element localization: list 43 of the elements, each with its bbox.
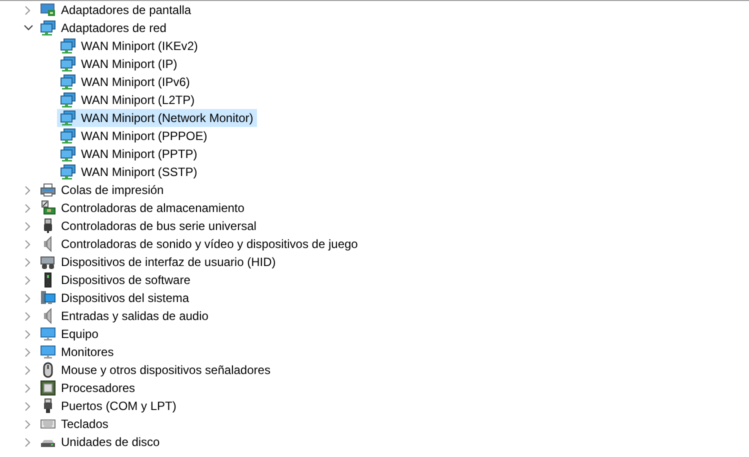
- tree-item[interactable]: Mouse y otros dispositivos señaladores: [37, 361, 274, 379]
- tree-item[interactable]: Dispositivos del sistema: [37, 289, 194, 307]
- network-icon: [40, 20, 56, 36]
- printer-icon: [40, 182, 56, 198]
- monitor-icon: [40, 344, 56, 360]
- tree-item[interactable]: WAN Miniport (L2TP): [57, 91, 199, 109]
- keyboard-mouse-icon: [40, 254, 56, 270]
- tree-item[interactable]: Controladoras de bus serie universal: [37, 217, 260, 235]
- network-icon: [60, 38, 76, 54]
- tree-item[interactable]: WAN Miniport (IP): [57, 55, 182, 73]
- network-icon: [60, 110, 76, 126]
- tree-item[interactable]: Unidades de disco: [37, 433, 164, 451]
- computer-icon: [40, 290, 56, 306]
- tree-item[interactable]: Entradas y salidas de audio: [37, 307, 212, 325]
- processor-icon: [40, 380, 56, 396]
- tree-item[interactable]: Procesadores: [37, 379, 140, 397]
- network-icon: [60, 164, 76, 180]
- tree-item[interactable]: Dispositivos de interfaz de usuario (HID): [37, 253, 280, 271]
- network-icon: [60, 146, 76, 162]
- monitor-icon: [40, 326, 56, 342]
- network-icon: [60, 128, 76, 144]
- tree-item[interactable]: Puertos (COM y LPT): [37, 397, 180, 415]
- network-icon: [60, 74, 76, 90]
- tree-item[interactable]: Controladoras de almacenamiento: [37, 199, 248, 217]
- tree-item[interactable]: Monitores: [37, 343, 118, 361]
- tree-item[interactable]: WAN Miniport (PPPOE): [57, 127, 212, 145]
- network-icon: [60, 92, 76, 108]
- tree-item[interactable]: WAN Miniport (IKEv2): [57, 37, 202, 55]
- tree-item[interactable]: WAN Miniport (Network Monitor): [57, 109, 258, 127]
- network-icon: [60, 56, 76, 72]
- tree-item[interactable]: WAN Miniport (SSTP): [57, 163, 202, 181]
- tree-item[interactable]: Controladoras de sonido y vídeo y dispositivos de juego: [37, 235, 362, 253]
- tree-item[interactable]: WAN Miniport (PPTP): [57, 145, 202, 163]
- tree-item[interactable]: Colas de impresión: [37, 181, 168, 199]
- display-adapter-icon: [40, 2, 56, 18]
- tree-item[interactable]: Adaptadores de red: [37, 19, 170, 37]
- storage-controller-icon: [40, 200, 56, 216]
- tree-item[interactable]: Dispositivos de software: [37, 271, 194, 289]
- tree-item[interactable]: Adaptadores de pantalla: [37, 1, 196, 19]
- expand-chevron-icon[interactable]: [24, 25, 32, 31]
- tree-item[interactable]: Equipo: [37, 325, 102, 343]
- tree-item[interactable]: Teclados: [37, 415, 112, 433]
- tree-item[interactable]: WAN Miniport (IPv6): [57, 73, 194, 91]
